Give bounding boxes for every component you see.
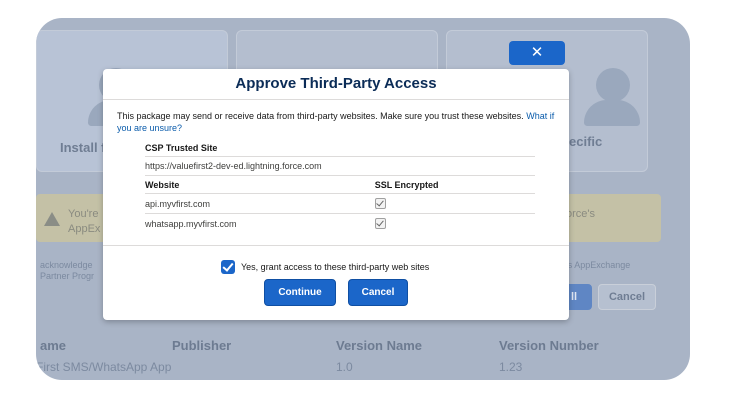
grant-access-label: Yes, grant access to these third-party w… bbox=[241, 262, 430, 272]
close-button[interactable]: ✕ bbox=[509, 41, 565, 65]
user-avatar-icon-2 bbox=[596, 68, 630, 102]
ssl-check-icon bbox=[374, 198, 386, 210]
approve-access-modal: Approve Third-Party Access This package … bbox=[103, 69, 569, 320]
col-name: ame bbox=[40, 338, 67, 353]
col-publisher: Publisher bbox=[172, 338, 232, 353]
close-icon: ✕ bbox=[530, 44, 544, 61]
intro-text: This package may send or receive data fr… bbox=[117, 110, 555, 134]
specific-card-label: ecific bbox=[569, 134, 603, 149]
cell-name: First SMS/WhatsApp App bbox=[36, 360, 172, 374]
site-url: api.myvfirst.com bbox=[145, 192, 375, 214]
sites-table: CSP Trusted Site https://valuefirst2-dev… bbox=[145, 139, 535, 234]
modal-title: Approve Third-Party Access bbox=[235, 75, 437, 92]
continue-button[interactable]: Continue bbox=[264, 279, 336, 306]
warning-text-1: You're bbox=[68, 208, 99, 220]
footer-divider bbox=[103, 245, 569, 246]
ssl-check-icon bbox=[374, 218, 386, 230]
table-row: api.myvfirst.com bbox=[145, 192, 535, 214]
bg-cancel-button[interactable]: Cancel bbox=[598, 284, 656, 310]
cell-version-number: 1.23 bbox=[499, 360, 523, 374]
csp-url: https://valuefirst2-dev-ed.lightning.for… bbox=[145, 156, 535, 176]
grant-access-option[interactable]: Yes, grant access to these third-party w… bbox=[221, 260, 429, 274]
ssl-header: SSL Encrypted bbox=[374, 175, 535, 194]
ack-text-right: 's AppExchange bbox=[566, 260, 631, 270]
warning-text-2: AppEx bbox=[68, 223, 101, 235]
modal-body: This package may send or receive data fr… bbox=[103, 100, 569, 234]
intro-message: This package may send or receive data fr… bbox=[117, 111, 524, 121]
table-row: whatsapp.myvfirst.com bbox=[145, 213, 535, 234]
grant-access-checkbox[interactable] bbox=[221, 260, 235, 274]
modal-header: Approve Third-Party Access bbox=[103, 69, 569, 100]
ack-text-2: Partner Progr bbox=[40, 271, 95, 281]
warning-icon bbox=[44, 212, 60, 226]
cell-version-name: 1.0 bbox=[336, 360, 353, 374]
cancel-button[interactable]: Cancel bbox=[348, 279, 408, 306]
website-header: Website bbox=[145, 175, 375, 194]
csp-header: CSP Trusted Site bbox=[145, 143, 218, 153]
warning-text-right: orce's bbox=[566, 208, 595, 220]
ack-text-1: acknowledge bbox=[40, 260, 93, 270]
site-url: whatsapp.myvfirst.com bbox=[145, 213, 375, 234]
col-version-number: Version Number bbox=[499, 338, 599, 353]
col-version-name: Version Name bbox=[336, 338, 422, 353]
install-card-label: Install f bbox=[60, 140, 106, 155]
